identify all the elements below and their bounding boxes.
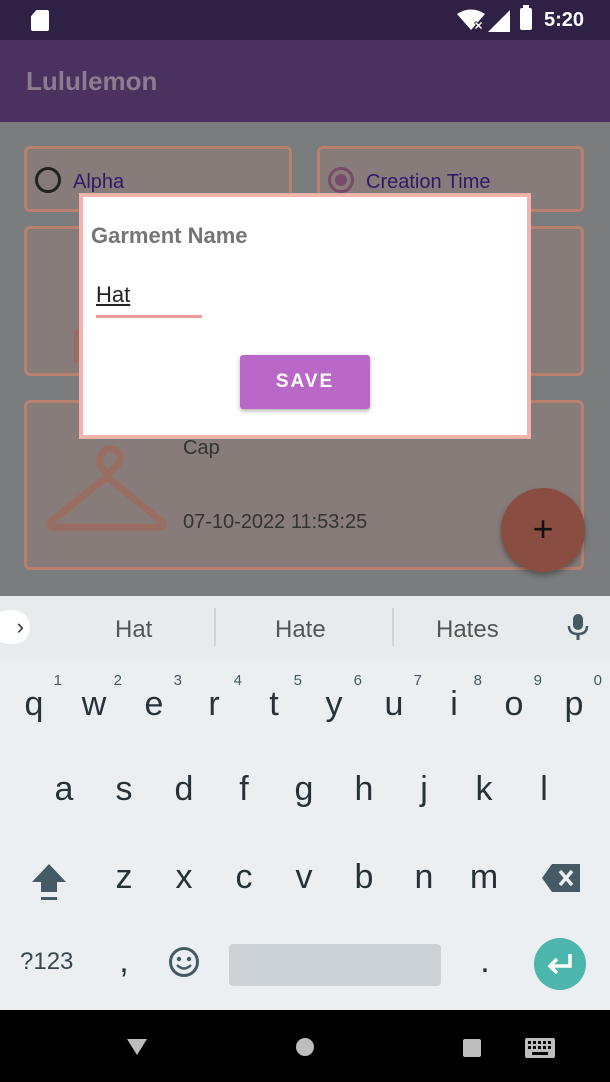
status-bar: 5:20 (0, 0, 610, 40)
comma-key[interactable]: , (94, 926, 154, 996)
key-b[interactable]: b (334, 842, 394, 912)
garment-date: 07-10-2022 11:53:25 (183, 511, 368, 533)
suggestion-strip: › Hat Hate Hates (0, 596, 610, 660)
suggestion-2[interactable]: Hate (275, 616, 326, 644)
key-w[interactable]: w2 (64, 669, 124, 739)
suggestion-divider (214, 608, 216, 646)
key-p[interactable]: p0 (544, 669, 604, 739)
back-icon[interactable] (126, 1038, 148, 1056)
key-l[interactable]: l (514, 754, 574, 824)
key-z[interactable]: z (94, 842, 154, 912)
garment-name: Cap (183, 437, 220, 459)
suggestion-3[interactable]: Hates (436, 616, 499, 644)
home-icon[interactable] (294, 1036, 316, 1058)
sd-card-icon (31, 10, 49, 31)
keyboard-switch-icon[interactable] (524, 1036, 556, 1060)
key-k[interactable]: k (454, 754, 514, 824)
enter-key[interactable] (534, 938, 586, 990)
key-y[interactable]: y6 (304, 669, 364, 739)
key-n[interactable]: n (394, 842, 454, 912)
key-s[interactable]: s (94, 754, 154, 824)
key-f[interactable]: f (214, 754, 274, 824)
key-q[interactable]: q1 (4, 669, 64, 739)
hanger-icon (47, 445, 167, 531)
sort-option-label: Creation Time (366, 171, 491, 193)
key-x[interactable]: x (154, 842, 214, 912)
key-e[interactable]: e3 (124, 669, 184, 739)
soft-keyboard: › Hat Hate Hates q1 w2 e3 r4 t5 y6 u7 i8… (0, 596, 610, 1010)
key-v[interactable]: v (274, 842, 334, 912)
battery-icon (520, 5, 532, 30)
save-button[interactable]: SAVE (240, 355, 370, 409)
period-key[interactable]: . (455, 926, 515, 996)
garment-name-input[interactable]: Hat (96, 279, 202, 318)
key-t[interactable]: t5 (244, 669, 304, 739)
wifi-icon (457, 9, 485, 31)
recents-icon[interactable] (462, 1038, 482, 1058)
dialog-title: Garment Name (91, 223, 248, 248)
key-r[interactable]: r4 (184, 669, 244, 739)
screen: 5:20 Lululemon Alpha Creation Time Cap 0… (0, 0, 610, 1082)
backspace-icon[interactable] (542, 864, 580, 892)
garment-name-dialog: Garment Name Hat SAVE (79, 193, 531, 439)
symbols-key[interactable]: ?123 (20, 948, 73, 976)
key-i[interactable]: i8 (424, 669, 484, 739)
microphone-icon[interactable] (566, 612, 590, 642)
key-h[interactable]: h (334, 754, 394, 824)
app-bar: Lululemon (0, 40, 610, 122)
add-garment-button[interactable]: + (501, 488, 585, 572)
key-j[interactable]: j (394, 754, 454, 824)
space-bar[interactable] (229, 944, 441, 986)
app-title: Lululemon (26, 66, 158, 96)
status-time: 5:20 (544, 9, 585, 31)
shift-icon[interactable] (30, 862, 68, 902)
suggestion-divider (392, 608, 394, 646)
sort-option-label: Alpha (73, 171, 125, 193)
enter-icon (547, 954, 572, 975)
signal-icon (488, 10, 510, 32)
key-o[interactable]: o9 (484, 669, 544, 739)
key-m[interactable]: m (454, 842, 514, 912)
key-g[interactable]: g (274, 754, 334, 824)
emoji-icon[interactable] (168, 946, 200, 978)
key-u[interactable]: u7 (364, 669, 424, 739)
radio-button-alpha[interactable] (35, 167, 61, 193)
key-d[interactable]: d (154, 754, 214, 824)
expand-suggestions-icon[interactable]: › (0, 610, 30, 644)
navigation-bar (0, 1010, 610, 1082)
key-a[interactable]: a (34, 754, 94, 824)
radio-button-creation-time[interactable] (328, 167, 354, 193)
key-c[interactable]: c (214, 842, 274, 912)
suggestion-1[interactable]: Hat (115, 616, 152, 644)
